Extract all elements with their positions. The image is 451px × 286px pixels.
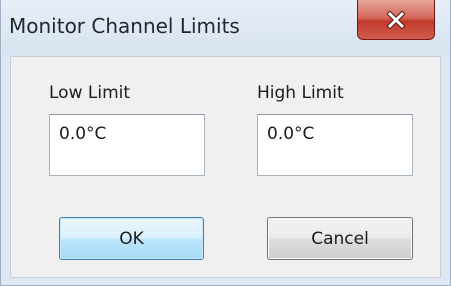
cancel-button-label: Cancel — [311, 228, 369, 249]
window-title: Monitor Channel Limits — [9, 14, 240, 38]
title-bar[interactable]: Monitor Channel Limits — [1, 0, 450, 56]
close-icon — [387, 10, 405, 29]
low-limit-value: 0.0°C — [59, 124, 107, 144]
low-limit-field[interactable]: 0.0°C — [49, 114, 205, 176]
cancel-button[interactable]: Cancel — [267, 217, 413, 260]
ok-button[interactable]: OK — [59, 217, 204, 260]
close-button[interactable] — [357, 0, 435, 40]
ok-button-label: OK — [119, 228, 144, 249]
dialog-body: Low Limit 0.0°C High Limit 0.0°C OK Canc… — [10, 56, 441, 278]
high-limit-label: High Limit — [257, 83, 344, 103]
dialog-window: Monitor Channel Limits Low Limit 0.0°C H… — [0, 0, 451, 286]
high-limit-field[interactable]: 0.0°C — [257, 114, 413, 176]
high-limit-value: 0.0°C — [267, 124, 315, 144]
low-limit-label: Low Limit — [49, 83, 131, 103]
